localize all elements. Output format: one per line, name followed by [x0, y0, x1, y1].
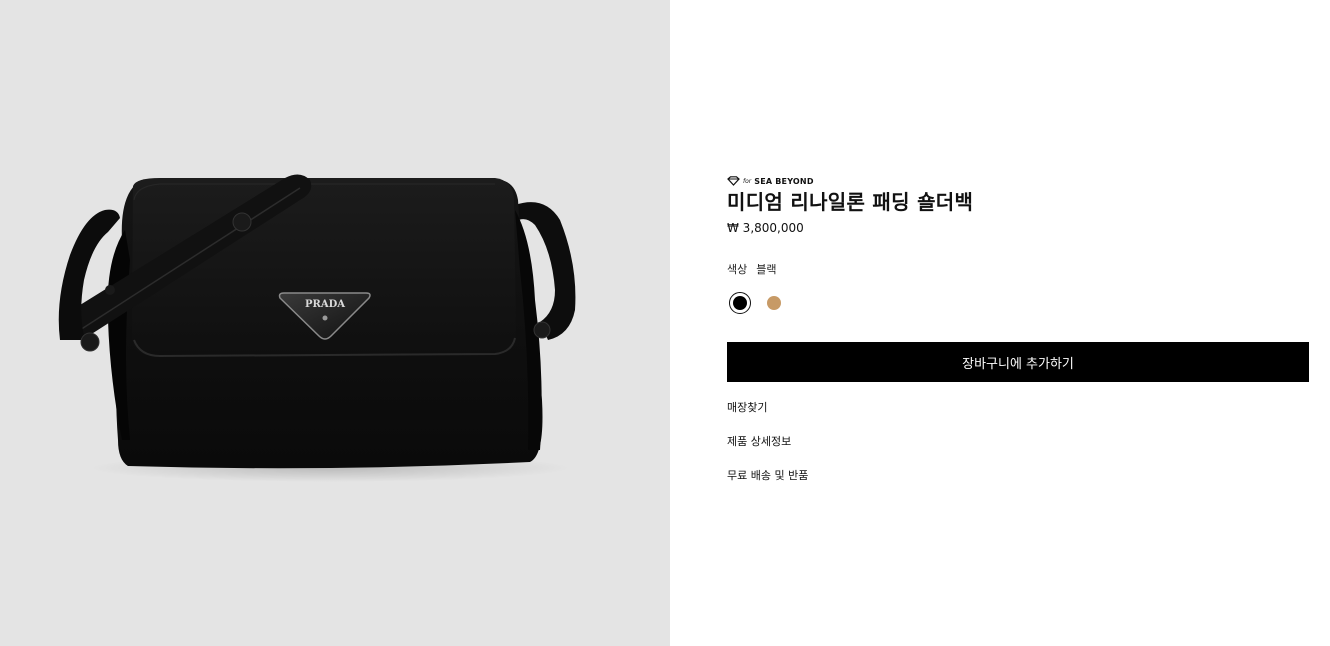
- product-info: for SEA BEYOND 미디엄 리나일론 패딩 숄더백 ₩ 3,800,0…: [727, 0, 1309, 646]
- product-image: PRADA: [58, 174, 576, 482]
- swatch-black-dot: [733, 296, 747, 310]
- color-label: 색상: [727, 263, 748, 276]
- product-details-link[interactable]: 제품 상세정보: [727, 434, 808, 468]
- store-finder-link[interactable]: 매장찾기: [727, 400, 808, 434]
- badge-prefix: for: [743, 177, 752, 185]
- product-title: 미디엄 리나일론 패딩 숄더백: [727, 190, 974, 214]
- prada-logo-text: PRADA: [305, 299, 345, 310]
- color-swatches: [729, 292, 785, 314]
- product-image-panel: PRADA: [0, 0, 670, 646]
- add-to-cart-button[interactable]: 장바구니에 추가하기: [727, 342, 1309, 382]
- badge-brand: SEA BEYOND: [754, 176, 814, 186]
- shipping-returns-link[interactable]: 무료 배송 및 반품: [727, 468, 808, 502]
- swatch-camel-dot: [767, 296, 781, 310]
- diamond-icon: [727, 176, 740, 186]
- swatch-camel[interactable]: [763, 292, 785, 314]
- selected-color-name: 블랙: [756, 263, 777, 276]
- swatch-black[interactable]: [729, 292, 751, 314]
- color-info: 색상 블랙: [727, 261, 777, 277]
- product-price: ₩ 3,800,000: [727, 221, 804, 235]
- product-links: 매장찾기 제품 상세정보 무료 배송 및 반품: [727, 400, 808, 502]
